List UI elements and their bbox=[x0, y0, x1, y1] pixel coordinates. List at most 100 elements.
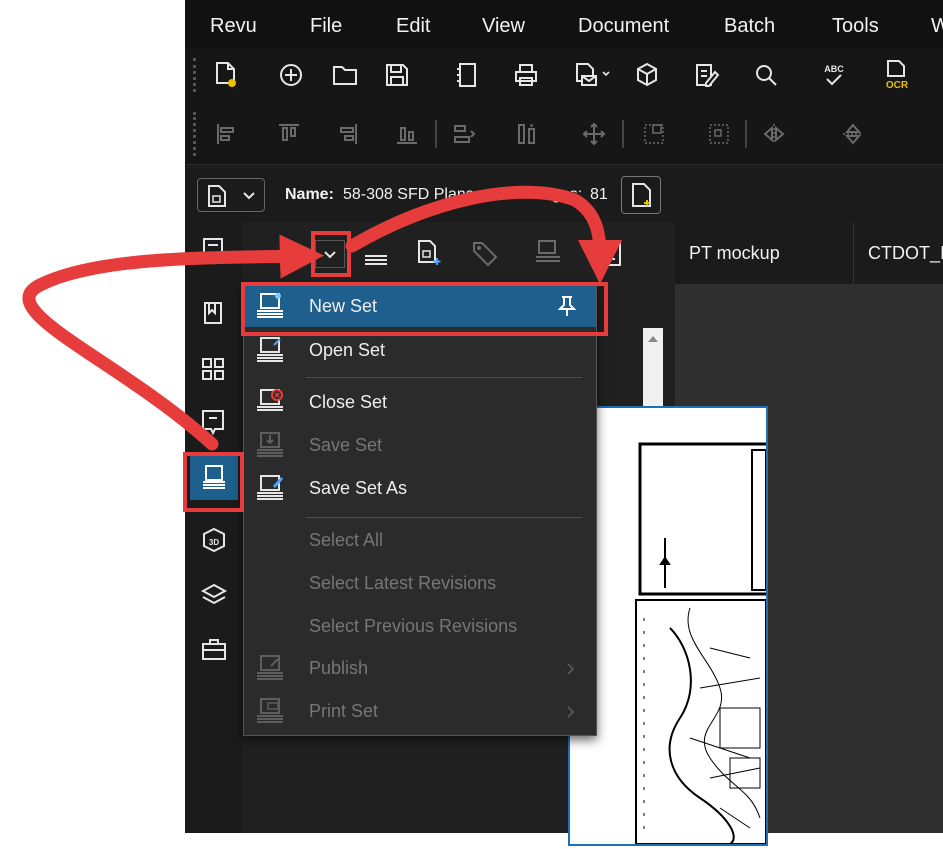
markups-list-icon[interactable] bbox=[200, 236, 226, 260]
thumbnails-icon[interactable] bbox=[200, 356, 226, 382]
print-set-icon bbox=[257, 698, 283, 723]
menu-item-save-set-as[interactable]: Save Set As bbox=[244, 467, 596, 509]
tag-icon[interactable] bbox=[471, 240, 499, 268]
spellcheck-icon[interactable]: ABC bbox=[821, 61, 847, 89]
menu-window[interactable]: W bbox=[931, 15, 943, 38]
menu-item-publish[interactable]: Publish bbox=[244, 647, 596, 689]
add-file-button[interactable] bbox=[621, 176, 661, 214]
document-tabs: PT mockup CTDOT_I bbox=[675, 222, 943, 285]
spellcheck-text: ABC bbox=[824, 64, 844, 74]
highlight-dropdown-button bbox=[311, 231, 351, 277]
publish-icon bbox=[257, 655, 283, 680]
toolbar-separator bbox=[745, 120, 747, 148]
highlight-sets-button bbox=[183, 452, 244, 512]
menu-item-label: Select Latest Revisions bbox=[309, 573, 497, 593]
align-right-icon[interactable] bbox=[335, 122, 359, 146]
chevron-down-icon bbox=[243, 192, 255, 200]
set-stack-icon[interactable] bbox=[361, 240, 391, 270]
menu-item-label: Open Set bbox=[309, 340, 386, 360]
toolbar-grip[interactable] bbox=[193, 112, 200, 156]
name-label: Name: bbox=[285, 186, 334, 203]
menu-view[interactable]: View bbox=[482, 15, 525, 38]
add-file-to-set-icon[interactable] bbox=[415, 238, 443, 268]
menu-batch[interactable]: Batch bbox=[724, 15, 775, 38]
document-type-dropdown[interactable] bbox=[197, 178, 265, 212]
highlight-new-set bbox=[241, 282, 608, 336]
edit-document-icon[interactable] bbox=[694, 62, 720, 88]
open-set-icon bbox=[257, 337, 283, 362]
menu-item-label: Save Set bbox=[309, 435, 383, 455]
set-name-value: 58-308 SFD Plans bbox=[343, 186, 474, 203]
menu-edit[interactable]: Edit bbox=[396, 15, 430, 38]
menu-tools[interactable]: Tools bbox=[832, 15, 879, 38]
print-icon[interactable] bbox=[513, 62, 539, 88]
submenu-arrow-icon bbox=[567, 706, 575, 718]
drawing-map-image bbox=[635, 442, 772, 845]
pages-count: 81 bbox=[590, 186, 608, 203]
alignment-toolbar bbox=[185, 102, 943, 165]
3d-view-icon[interactable]: 3D bbox=[200, 526, 228, 554]
distribute-vertical-icon[interactable] bbox=[515, 122, 539, 146]
menu-item-select-previous-revisions[interactable]: Select Previous Revisions bbox=[244, 605, 596, 647]
panel-title-fragment: s bbox=[294, 246, 303, 266]
document-icon bbox=[208, 185, 226, 207]
batch-slip-sheet-icon[interactable] bbox=[593, 238, 623, 268]
toolbar-separator bbox=[622, 120, 624, 148]
grid-icon[interactable] bbox=[642, 122, 666, 146]
menu-item-label: Publish bbox=[309, 658, 369, 678]
email-icon[interactable] bbox=[574, 62, 612, 88]
tool-chest-icon[interactable] bbox=[200, 636, 228, 662]
tab-label: CTDOT_I bbox=[868, 243, 943, 263]
align-top-icon[interactable] bbox=[277, 122, 301, 146]
sets-dropdown-menu: New Set Open Set Close Set Save Set Save… bbox=[243, 284, 597, 736]
close-set-icon bbox=[257, 389, 283, 411]
menu-document[interactable]: Document bbox=[578, 15, 669, 38]
add-circle-icon[interactable] bbox=[278, 62, 304, 88]
menu-item-label: Print Set bbox=[309, 701, 379, 721]
snap-icon[interactable] bbox=[707, 122, 731, 146]
package-icon[interactable] bbox=[634, 61, 660, 89]
main-toolbar: ABC OCR bbox=[185, 48, 943, 102]
left-panel-rail: 3D bbox=[185, 222, 243, 833]
flip-vertical-icon[interactable] bbox=[841, 122, 865, 146]
tab-pt-mockup[interactable]: PT mockup bbox=[675, 222, 854, 284]
menu-item-close-set[interactable]: Close Set bbox=[244, 381, 596, 423]
toolbar-grip[interactable] bbox=[193, 58, 200, 92]
flip-horizontal-icon[interactable] bbox=[762, 122, 786, 146]
menu-file[interactable]: File bbox=[310, 15, 342, 38]
ocr-icon[interactable]: OCR bbox=[882, 59, 912, 91]
menu-separator bbox=[306, 377, 582, 378]
submenu-arrow-icon bbox=[567, 663, 575, 675]
menu-item-select-latest-revisions[interactable]: Select Latest Revisions bbox=[244, 562, 596, 604]
bookmarks-icon[interactable] bbox=[200, 300, 226, 326]
center-icon[interactable] bbox=[582, 122, 606, 146]
menu-item-print-set[interactable]: Print Set bbox=[244, 690, 596, 732]
menu-item-label: Select Previous Revisions bbox=[309, 616, 518, 636]
menu-item-label: Select All bbox=[309, 530, 384, 550]
tab-ctdot[interactable]: CTDOT_I bbox=[854, 222, 943, 284]
set-name-bar: Name: 58-308 SFD Plans ages: 81 bbox=[185, 168, 943, 223]
tab-label: PT mockup bbox=[689, 243, 780, 263]
search-icon[interactable] bbox=[753, 62, 779, 88]
scroll-up-arrow-icon[interactable] bbox=[647, 334, 659, 344]
menu-item-save-set[interactable]: Save Set bbox=[244, 424, 596, 466]
open-folder-icon[interactable] bbox=[332, 63, 358, 87]
menu-item-label: Close Set bbox=[309, 392, 388, 412]
align-bottom-icon[interactable] bbox=[395, 122, 419, 146]
toolbar-separator bbox=[435, 120, 437, 148]
save-set-as-icon bbox=[257, 475, 284, 500]
distribute-horizontal-icon[interactable] bbox=[452, 122, 476, 146]
find-in-set-icon[interactable] bbox=[533, 238, 563, 268]
studio-icon[interactable] bbox=[200, 408, 226, 438]
save-icon[interactable] bbox=[384, 62, 410, 88]
layers-icon[interactable] bbox=[200, 582, 228, 608]
add-document-icon bbox=[632, 183, 651, 207]
menu-revu[interactable]: Revu bbox=[210, 15, 257, 38]
align-left-icon[interactable] bbox=[215, 122, 239, 146]
new-document-icon[interactable] bbox=[213, 61, 239, 89]
drawing-page[interactable] bbox=[568, 406, 772, 846]
notebook-icon[interactable] bbox=[455, 62, 479, 88]
save-set-icon bbox=[257, 432, 283, 457]
menu-item-select-all[interactable]: Select All bbox=[244, 519, 596, 561]
ocr-text: OCR bbox=[886, 80, 909, 91]
